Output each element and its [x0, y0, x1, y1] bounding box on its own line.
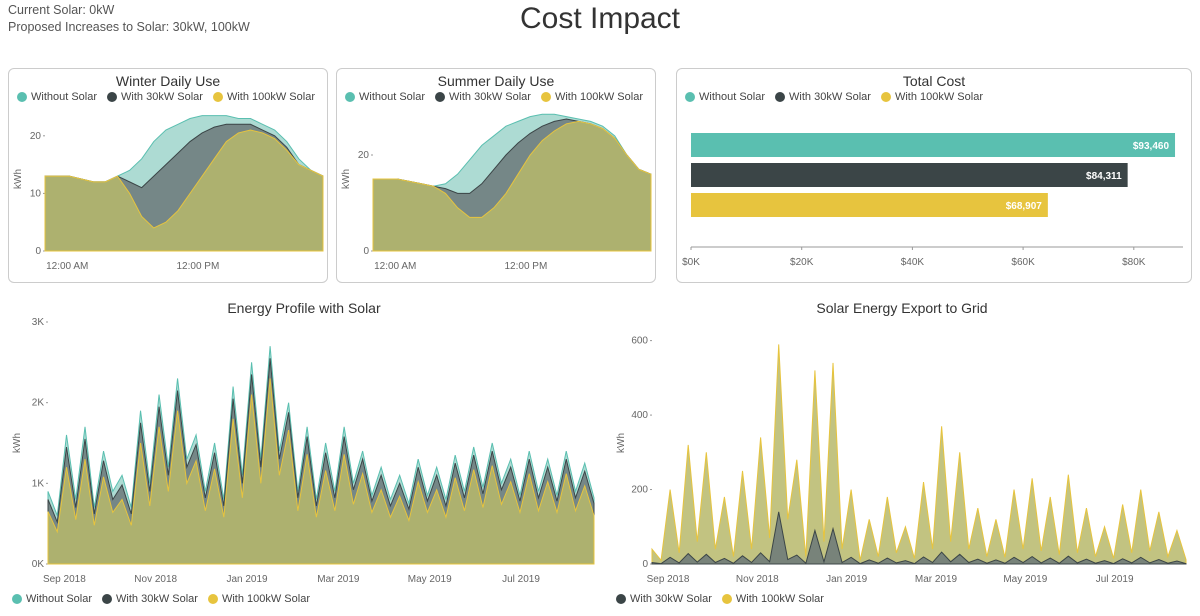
svg-text:12:00 PM: 12:00 PM: [504, 261, 547, 272]
svg-text:0: 0: [363, 246, 369, 257]
svg-text:600: 600: [631, 336, 648, 347]
svg-text:Nov 2018: Nov 2018: [134, 574, 177, 585]
legend-profile: Without Solar With 30kW Solar With 100kW…: [8, 593, 600, 605]
svg-text:1K: 1K: [32, 478, 45, 489]
svg-text:kWh: kWh: [341, 169, 352, 189]
card-solar-export: Solar Energy Export to Grid 0 200 400 600 Se…: [612, 296, 1192, 614]
card-winter-daily-use: Winter Daily Use Without Solar With 30kW…: [8, 68, 328, 283]
chart-title-winter: Winter Daily Use: [9, 73, 327, 89]
svg-text:Nov 2018: Nov 2018: [736, 574, 779, 585]
legend-item: With 100kW Solar: [881, 91, 983, 103]
svg-text:400: 400: [631, 410, 648, 421]
svg-text:kWh: kWh: [13, 169, 24, 189]
svg-text:12:00 PM: 12:00 PM: [176, 261, 219, 272]
svg-text:200: 200: [631, 485, 648, 496]
svg-text:$93,460: $93,460: [1133, 141, 1170, 152]
legend-item: With 100kW Solar: [722, 593, 824, 605]
chart-totalcost: $0K $20K $40K $60K $80K $93,460 $84,311 $68,907: [677, 103, 1193, 273]
swatch-icon: [435, 92, 445, 102]
svg-text:Mar 2019: Mar 2019: [915, 574, 958, 585]
chart-winter: 0 10 20 12:00 AM 12:00 PM kWh: [9, 103, 329, 273]
svg-text:kWh: kWh: [616, 433, 627, 453]
svg-text:12:00 AM: 12:00 AM: [46, 261, 88, 272]
swatch-icon: [722, 594, 732, 604]
legend-item: With 30kW Solar: [102, 593, 198, 605]
svg-text:Sep 2018: Sep 2018: [647, 574, 690, 585]
svg-text:Jul 2019: Jul 2019: [502, 574, 540, 585]
svg-text:3K: 3K: [32, 317, 45, 328]
swatch-icon: [213, 92, 223, 102]
swatch-icon: [107, 92, 117, 102]
legend-item: Without Solar: [685, 91, 765, 103]
svg-text:12:00 AM: 12:00 AM: [374, 261, 416, 272]
svg-text:0K: 0K: [32, 559, 45, 570]
swatch-icon: [775, 92, 785, 102]
chart-title-export: Solar Energy Export to Grid: [612, 300, 1192, 316]
page-title: Cost Impact: [0, 2, 1200, 36]
svg-text:Sep 2018: Sep 2018: [43, 574, 86, 585]
svg-text:20: 20: [358, 150, 370, 161]
legend-item: With 30kW Solar: [435, 91, 531, 103]
legend-item: With 100kW Solar: [208, 593, 310, 605]
svg-text:$68,907: $68,907: [1006, 201, 1043, 212]
svg-text:May 2019: May 2019: [1003, 574, 1047, 585]
svg-text:Jan 2019: Jan 2019: [226, 574, 268, 585]
card-summer-daily-use: Summer Daily Use Without Solar With 30kW…: [336, 68, 656, 283]
swatch-icon: [102, 594, 112, 604]
legend-item: With 100kW Solar: [541, 91, 643, 103]
chart-title-profile: Energy Profile with Solar: [8, 300, 600, 316]
card-energy-profile: Energy Profile with Solar 0K 1K 2K 3K Sep 20…: [8, 296, 600, 614]
legend-item: With 100kW Solar: [213, 91, 315, 103]
legend-summer: Without Solar With 30kW Solar With 100kW…: [337, 91, 655, 103]
svg-text:2K: 2K: [32, 398, 45, 409]
legend-item: Without Solar: [17, 91, 97, 103]
swatch-icon: [208, 594, 218, 604]
svg-text:$0K: $0K: [682, 257, 700, 268]
svg-text:0: 0: [642, 559, 648, 570]
legend-winter: Without Solar With 30kW Solar With 100kW…: [9, 91, 327, 103]
swatch-icon: [541, 92, 551, 102]
chart-summer: 0 20 12:00 AM 12:00 PM kWh: [337, 103, 657, 273]
legend-totalcost: Without Solar With 30kW Solar With 100kW…: [677, 91, 1191, 103]
swatch-icon: [616, 594, 626, 604]
svg-text:Mar 2019: Mar 2019: [317, 574, 360, 585]
svg-text:$60K: $60K: [1011, 257, 1035, 268]
legend-item: Without Solar: [12, 593, 92, 605]
chart-profile: 0K 1K 2K 3K Sep 2018 Nov 2018 Jan 2019 Mar 2019…: [8, 316, 600, 586]
chart-export: 0 200 400 600 Sep 2018 Nov 2018 Jan 2019 Mar 20…: [612, 316, 1192, 586]
swatch-icon: [17, 92, 27, 102]
svg-text:10: 10: [30, 188, 42, 199]
legend-item: With 30kW Solar: [775, 91, 871, 103]
svg-text:$20K: $20K: [790, 257, 814, 268]
swatch-icon: [685, 92, 695, 102]
svg-text:$80K: $80K: [1122, 257, 1146, 268]
legend-item: With 30kW Solar: [107, 91, 203, 103]
svg-text:Jul 2019: Jul 2019: [1096, 574, 1134, 585]
chart-title-totalcost: Total Cost: [677, 73, 1191, 89]
swatch-icon: [12, 594, 22, 604]
swatch-icon: [881, 92, 891, 102]
chart-title-summer: Summer Daily Use: [337, 73, 655, 89]
legend-item: Without Solar: [345, 91, 425, 103]
card-total-cost: Total Cost Without Solar With 30kW Solar…: [676, 68, 1192, 283]
svg-text:$84,311: $84,311: [1086, 171, 1122, 182]
svg-text:0: 0: [35, 246, 41, 257]
swatch-icon: [345, 92, 355, 102]
svg-text:$40K: $40K: [901, 257, 925, 268]
svg-text:20: 20: [30, 131, 42, 142]
svg-text:kWh: kWh: [12, 433, 23, 453]
svg-text:May 2019: May 2019: [408, 574, 452, 585]
svg-text:Jan 2019: Jan 2019: [826, 574, 868, 585]
legend-item: With 30kW Solar: [616, 593, 712, 605]
legend-export: With 30kW Solar With 100kW Solar: [612, 593, 1192, 605]
